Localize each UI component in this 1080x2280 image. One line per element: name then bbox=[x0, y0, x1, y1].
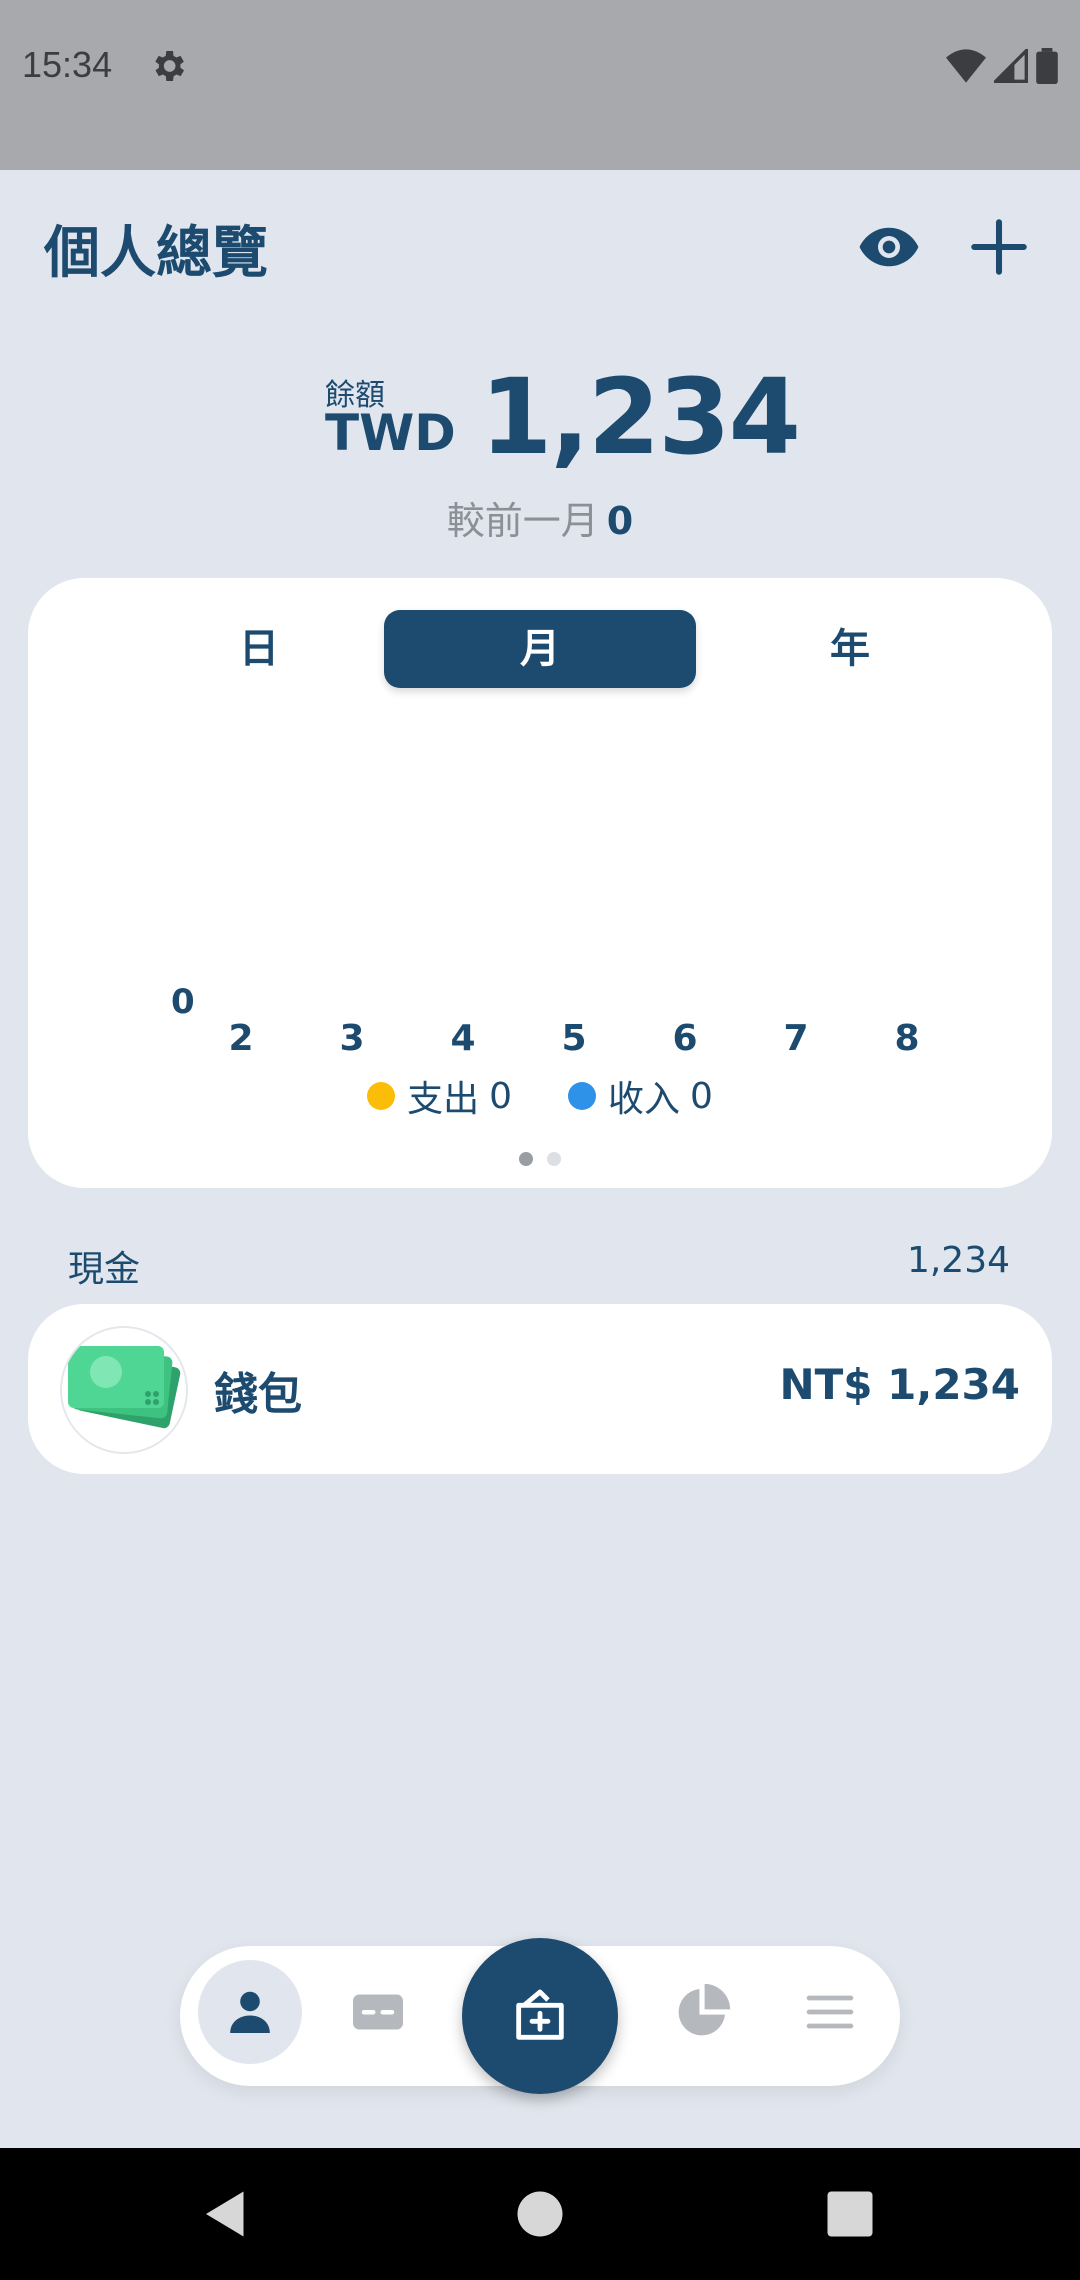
person-icon bbox=[230, 1991, 270, 2033]
add-record-fab[interactable] bbox=[462, 1938, 618, 2094]
nav-cards[interactable] bbox=[326, 1960, 430, 2064]
month-comparison: 較前一月 0 bbox=[0, 490, 1080, 545]
tab-day[interactable]: 日 bbox=[103, 610, 415, 688]
account-balance: NT$ 1,234 bbox=[779, 1360, 1021, 1409]
app-screen: 15:34 個人總覽 餘額 TWD 1,234 較前一月 0 日 月 年 0 23… bbox=[0, 0, 1080, 2280]
page-dot-1[interactable] bbox=[519, 1152, 533, 1166]
menu-icon bbox=[806, 1995, 854, 2029]
chart-card: 日 月 年 0 2 3 4 5 6 7 8 支出 0 收入 0 bbox=[28, 578, 1052, 1188]
recents-square-icon[interactable] bbox=[820, 2184, 880, 2244]
status-bar: 15:34 bbox=[0, 0, 1080, 170]
home-circle-icon[interactable] bbox=[510, 2184, 570, 2244]
x-tick-label: 4 bbox=[450, 1018, 476, 1059]
nav-profile[interactable] bbox=[198, 1960, 302, 2064]
wifi-icon bbox=[946, 49, 986, 83]
x-tick-label: 7 bbox=[783, 1018, 809, 1059]
page-title: 個人總覽 bbox=[44, 221, 268, 286]
x-tick-label: 2 bbox=[228, 1018, 254, 1059]
nav-charts[interactable] bbox=[650, 1960, 754, 2064]
tab-year[interactable]: 年 bbox=[694, 610, 1006, 688]
legend-income[interactable]: 收入 0 bbox=[568, 1070, 713, 1122]
legend-income-total: 0 bbox=[690, 1075, 713, 1117]
chart-page-indicator bbox=[28, 1152, 1052, 1166]
back-triangle-icon[interactable] bbox=[196, 2184, 256, 2244]
chart-zero-label: 0 bbox=[171, 982, 195, 1022]
balance-amount: 1,234 bbox=[480, 356, 801, 478]
expense-dot-icon bbox=[367, 1082, 396, 1110]
x-tick-label: 6 bbox=[672, 1018, 698, 1059]
legend-expense-total: 0 bbox=[489, 1075, 512, 1117]
x-tick-label: 8 bbox=[894, 1018, 920, 1059]
legend-income-label: 收入 bbox=[608, 1079, 681, 1120]
add-record-icon bbox=[516, 1989, 564, 2040]
page-dot-2[interactable] bbox=[547, 1152, 561, 1166]
chart-legend: 支出 0 收入 0 bbox=[28, 1070, 1052, 1122]
balance-currency: TWD bbox=[325, 404, 456, 462]
status-time: 15:34 bbox=[22, 44, 113, 85]
account-name: 錢包 bbox=[214, 1369, 302, 1420]
signal-icon bbox=[994, 49, 1028, 83]
nav-menu[interactable] bbox=[778, 1960, 882, 2064]
settings-gear-icon bbox=[155, 51, 184, 81]
visibility-eye-icon[interactable] bbox=[856, 214, 922, 280]
legend-expense[interactable]: 支出 0 bbox=[367, 1070, 512, 1122]
comparison-value: 0 bbox=[606, 499, 634, 543]
x-tick-label: 5 bbox=[561, 1018, 587, 1059]
battery-icon bbox=[1036, 48, 1058, 84]
status-icons bbox=[946, 48, 1058, 84]
system-nav-bar bbox=[0, 2148, 1080, 2280]
x-tick-label: 3 bbox=[339, 1018, 365, 1059]
account-card-wallet[interactable]: 錢包 NT$ 1,234 bbox=[28, 1304, 1052, 1474]
cash-section-total: 1,234 bbox=[906, 1240, 1010, 1281]
income-dot-icon bbox=[568, 1082, 596, 1110]
comparison-label: 較前一月 bbox=[446, 499, 599, 543]
pie-chart-icon bbox=[678, 1983, 731, 2036]
tab-month[interactable]: 月 bbox=[384, 610, 696, 688]
cash-section-title: 現金 bbox=[68, 1249, 141, 1290]
card-icon bbox=[353, 1994, 403, 2030]
cash-icon bbox=[60, 1326, 188, 1454]
legend-expense-label: 支出 bbox=[407, 1079, 480, 1120]
add-plus-icon[interactable] bbox=[966, 214, 1032, 280]
